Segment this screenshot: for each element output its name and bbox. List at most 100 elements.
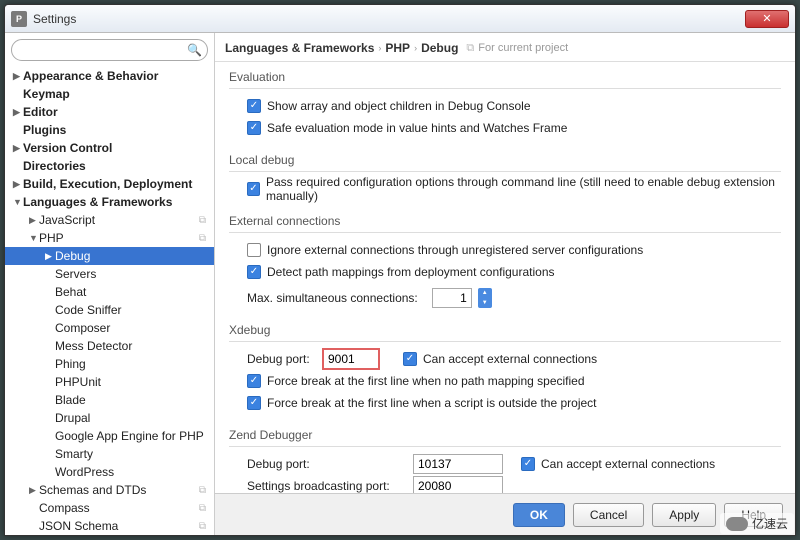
project-scope-icon: ⧉ [199,485,206,496]
tree-item-label: Blade [55,393,86,407]
chevron-right-icon: › [378,43,381,53]
tree-item-google-app-engine-for-php[interactable]: Google App Engine for PHP [5,427,214,445]
tree-item-label: Build, Execution, Deployment [23,177,192,191]
label-detect-mappings: Detect path mappings from deployment con… [267,265,555,279]
label-zend-accept: Can accept external connections [541,457,715,471]
tree-item-behat[interactable]: Behat [5,283,214,301]
tree-item-label: Directories [23,159,86,173]
crumb-mid[interactable]: PHP [385,41,410,55]
tree-item-label: Google App Engine for PHP [55,429,204,443]
cancel-button[interactable]: Cancel [573,503,644,527]
tree-item-label: Smarty [55,447,93,461]
tree-item-label: Code Sniffer [55,303,122,317]
input-max-conn[interactable] [432,288,472,308]
label-broadcast-port: Settings broadcasting port: [247,479,407,493]
checkbox-force-break-nomapping[interactable] [247,374,261,388]
project-scope-icon: ⧉ [466,42,474,55]
window-close-button[interactable]: ✕ [745,10,789,28]
tree-item-label: Editor [23,105,58,119]
tree-item-phpunit[interactable]: PHPUnit [5,373,214,391]
label-xdebug-port: Debug port: [247,352,317,366]
tree-item-phing[interactable]: Phing [5,355,214,373]
checkbox-show-array[interactable] [247,99,261,113]
tree-arrow-icon: ▼ [29,233,39,243]
tree-item-servers[interactable]: Servers [5,265,214,283]
tree-item-json-schema[interactable]: JSON Schema⧉ [5,517,214,535]
tree-item-debug[interactable]: ▶Debug [5,247,214,265]
label-show-array: Show array and object children in Debug … [267,99,531,113]
title-bar: P Settings ✕ [5,5,795,33]
tree-item-label: Phing [55,357,86,371]
tree-item-label: Appearance & Behavior [23,69,158,83]
label-safe-eval: Safe evaluation mode in value hints and … [267,121,567,135]
tree-item-schemas-and-dtds[interactable]: ▶Schemas and DTDs⧉ [5,481,214,499]
crumb-root[interactable]: Languages & Frameworks [225,41,374,55]
tree-item-drupal[interactable]: Drupal [5,409,214,427]
spinner-max-conn[interactable]: ▲▼ [478,288,492,308]
checkbox-zend-accept[interactable] [521,457,535,471]
label-xdebug-accept: Can accept external connections [423,352,597,366]
tree-item-blade[interactable]: Blade [5,391,214,409]
section-external: External connections [229,214,781,228]
ok-button[interactable]: OK [513,503,565,527]
input-zend-port[interactable] [413,454,503,474]
label-max-conn: Max. simultaneous connections: [247,291,418,305]
tree-item-build-execution-deployment[interactable]: ▶Build, Execution, Deployment [5,175,214,193]
checkbox-detect-mappings[interactable] [247,265,261,279]
project-scope-icon: ⧉ [199,233,206,244]
tree-item-compass[interactable]: Compass⧉ [5,499,214,517]
watermark: 亿速云 [720,513,794,534]
tree-arrow-icon: ▶ [13,71,23,82]
tree-arrow-icon: ▶ [29,485,39,496]
chevron-right-icon: › [414,43,417,53]
content-area: Evaluation Show array and object childre… [215,62,795,493]
input-xdebug-port[interactable] [323,349,379,369]
tree-item-wordpress[interactable]: WordPress [5,463,214,481]
tree-arrow-icon: ▶ [45,251,55,262]
search-input[interactable] [11,39,208,61]
tree-item-composer[interactable]: Composer [5,319,214,337]
tree-item-version-control[interactable]: ▶Version Control [5,139,214,157]
section-zend: Zend Debugger [229,428,781,442]
tree-item-label: Plugins [23,123,66,137]
checkbox-pass-config[interactable] [247,182,260,196]
tree-item-label: WordPress [55,465,114,479]
tree-item-label: Servers [55,267,96,281]
label-zend-port: Debug port: [247,457,407,471]
breadcrumb: Languages & Frameworks › PHP › Debug ⧉ F… [215,33,795,62]
tree-item-keymap[interactable]: Keymap [5,85,214,103]
checkbox-ignore-external[interactable] [247,243,261,257]
tree-item-plugins[interactable]: Plugins [5,121,214,139]
checkbox-safe-eval[interactable] [247,121,261,135]
sidebar: 🔍 ▶Appearance & BehaviorKeymap▶EditorPlu… [5,33,215,535]
tree-item-php[interactable]: ▼PHP⧉ [5,229,214,247]
label-ignore-external: Ignore external connections through unre… [267,243,643,257]
window-title: Settings [33,12,76,26]
tree-item-editor[interactable]: ▶Editor [5,103,214,121]
section-local-debug: Local debug [229,153,781,167]
input-broadcast-port[interactable] [413,476,503,493]
tree-item-mess-detector[interactable]: Mess Detector [5,337,214,355]
search-icon: 🔍 [187,43,202,57]
tree-item-languages-frameworks[interactable]: ▼Languages & Frameworks [5,193,214,211]
tree-arrow-icon: ▶ [13,179,23,190]
tree-item-smarty[interactable]: Smarty [5,445,214,463]
tree-item-code-sniffer[interactable]: Code Sniffer [5,301,214,319]
tree-item-directories[interactable]: Directories [5,157,214,175]
tree-item-appearance-behavior[interactable]: ▶Appearance & Behavior [5,67,214,85]
settings-tree[interactable]: ▶Appearance & BehaviorKeymap▶EditorPlugi… [5,67,214,535]
project-scope-icon: ⧉ [199,215,206,226]
watermark-text: 亿速云 [752,515,788,532]
tree-arrow-icon: ▶ [13,143,23,154]
cloud-icon [726,517,748,531]
tree-item-label: Version Control [23,141,112,155]
project-scope-icon: ⧉ [199,521,206,532]
checkbox-force-break-outside[interactable] [247,396,261,410]
tree-item-label: Composer [55,321,110,335]
label-force-break-nomapping: Force break at the first line when no pa… [267,374,585,388]
checkbox-xdebug-accept[interactable] [403,352,417,366]
apply-button[interactable]: Apply [652,503,716,527]
project-scope-icon: ⧉ [199,503,206,514]
tree-arrow-icon: ▶ [13,107,23,118]
tree-item-javascript[interactable]: ▶JavaScript⧉ [5,211,214,229]
